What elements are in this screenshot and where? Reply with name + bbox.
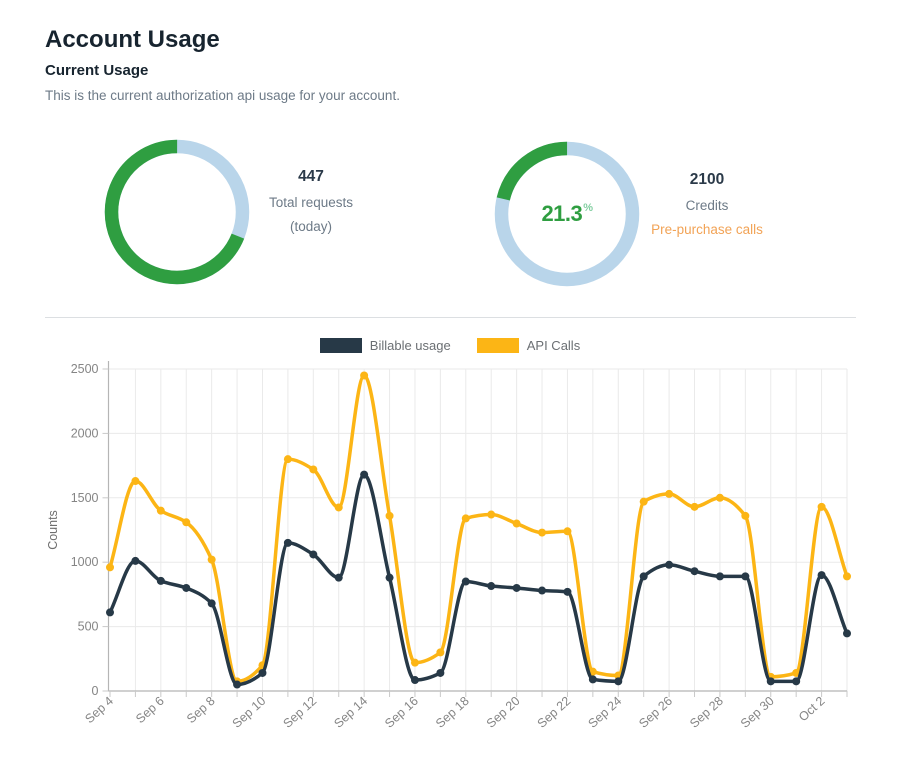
total-requests-value: 447 [238,168,384,186]
total-requests-stats: 447 Total requests (today) [238,168,384,243]
svg-text:Sep 16: Sep 16 [382,694,421,731]
section-subtitle: Current Usage [45,62,148,79]
svg-text:500: 500 [78,620,99,634]
credits-stats: 2100 Credits Pre-purchase calls [618,171,796,246]
account-usage-page: Account Usage Current Usage This is the … [0,0,900,771]
svg-text:Sep 26: Sep 26 [636,694,675,731]
svg-text:Sep 18: Sep 18 [433,694,472,731]
billable-usage-legend-label: Billable usage [370,338,451,353]
total-requests-label: Total requests [238,195,384,210]
legend-item-billable-usage[interactable]: Billable usage [320,338,451,353]
api-calls-swatch [477,338,519,353]
chart-legend: Billable usage API Calls [0,338,900,353]
svg-text:1500: 1500 [71,491,99,505]
svg-text:1000: 1000 [71,555,99,569]
page-title: Account Usage [45,26,220,54]
svg-text:Sep 12: Sep 12 [281,694,320,731]
svg-text:Sep 24: Sep 24 [585,694,624,731]
usage-line-chart: 0 500 1000 1500 2000 2500 Sep 4 Sep 6 Sep 8 Sep 1… [0,352,900,771]
svg-text:Oct 2: Oct 2 [796,694,828,724]
svg-text:Sep 6: Sep 6 [133,694,167,726]
section-description: This is the current authorization api us… [45,88,400,103]
credits-value: 2100 [618,171,796,189]
total-requests-donut-chart [104,139,250,285]
section-divider [45,317,856,318]
svg-text:Sep 28: Sep 28 [687,694,726,731]
svg-text:2000: 2000 [71,426,99,440]
credits-percent-unit: % [583,202,592,214]
svg-text:Sep 8: Sep 8 [184,694,218,726]
billable-usage-swatch [320,338,362,353]
legend-item-api-calls[interactable]: API Calls [477,338,580,353]
svg-text:Sep 14: Sep 14 [331,694,370,731]
svg-text:Sep 10: Sep 10 [230,694,269,731]
svg-text:2500: 2500 [71,362,99,376]
svg-text:Sep 20: Sep 20 [484,694,523,731]
total-requests-sublabel: (today) [238,219,384,234]
credits-label: Credits [618,198,796,213]
svg-text:0: 0 [92,684,99,698]
svg-text:Counts: Counts [46,510,60,550]
svg-text:Sep 22: Sep 22 [535,694,574,731]
svg-text:Sep 4: Sep 4 [82,694,116,726]
credits-sublabel: Pre-purchase calls [618,222,796,237]
api-calls-legend-label: API Calls [527,338,580,353]
credits-percent-value: 21.3 [541,201,582,227]
svg-text:Sep 30: Sep 30 [738,694,777,731]
